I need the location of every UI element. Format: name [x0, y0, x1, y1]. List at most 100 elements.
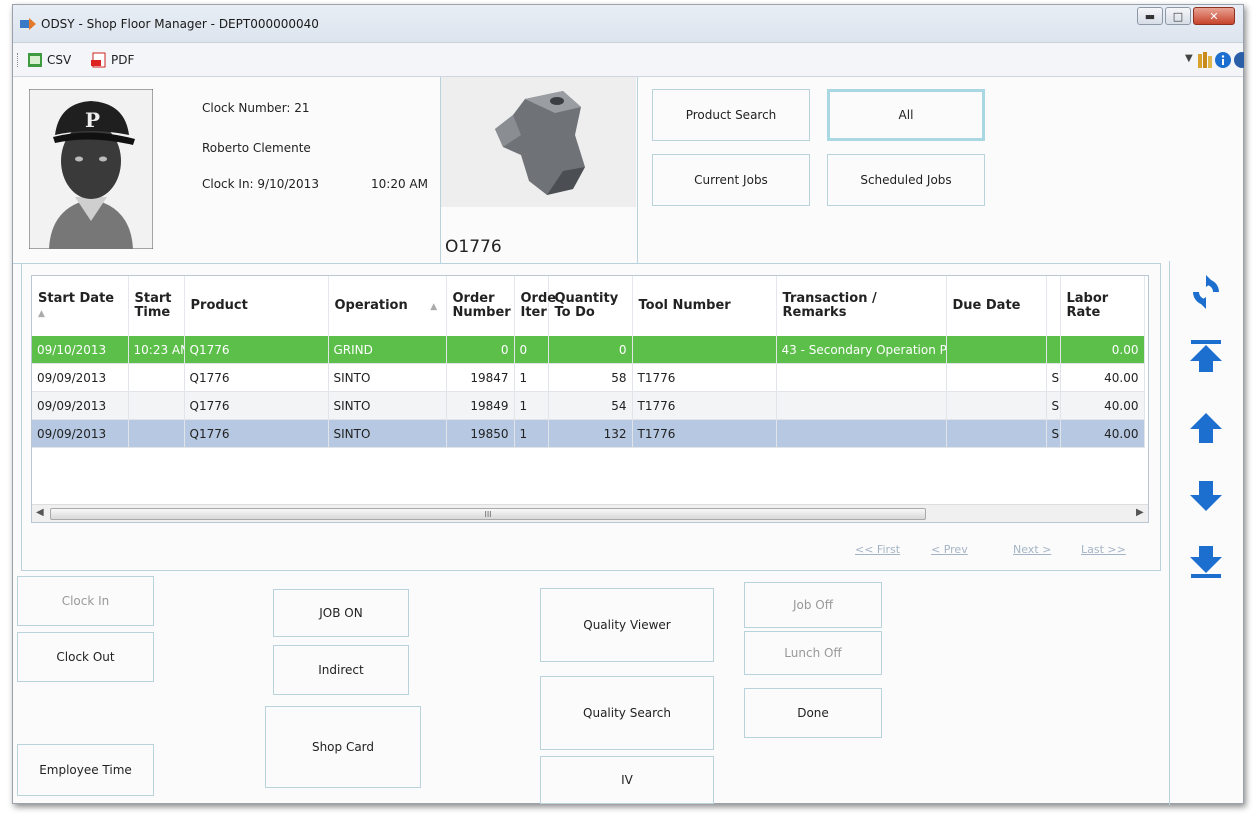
minimize-button[interactable]: ▬ [1137, 7, 1163, 25]
horizontal-scrollbar[interactable]: ◀ III ▶ [32, 504, 1148, 522]
scroll-thumb[interactable]: III [50, 508, 926, 520]
cell: 19847 [446, 363, 515, 392]
scheduled-jobs-button[interactable]: Scheduled Jobs [827, 154, 985, 206]
col-start-date[interactable]: Start Date ▲ [32, 276, 129, 336]
cell [776, 419, 947, 448]
scroll-left-icon[interactable]: ◀ [36, 507, 44, 518]
cell [946, 419, 1047, 448]
employee-panel: P Clock Number: 21 Roberto Clemente Cloc… [13, 77, 441, 264]
move-down-icon[interactable] [1189, 479, 1223, 513]
scroll-right-icon[interactable]: ▶ [1136, 507, 1144, 518]
clock-in-date: Clock In: 9/10/2013 [202, 177, 319, 191]
table-row[interactable]: 09/09/2013 Q1776 SINTO 19847 1 58 T1776 … [32, 363, 1145, 392]
current-jobs-button[interactable]: Current Jobs [652, 154, 810, 206]
job-on-button[interactable]: JOB ON [273, 589, 409, 637]
cell: 0 [548, 336, 633, 364]
sort-asc-icon: ▲ [430, 301, 438, 312]
indirect-button[interactable]: Indirect [273, 645, 409, 695]
toolbar-grip[interactable] [17, 53, 20, 67]
cell: 0 [446, 336, 515, 364]
title-bar: ODSY - Shop Floor Manager - DEPT00000004… [13, 5, 1243, 43]
refresh-icon[interactable] [1189, 275, 1223, 309]
cell: S [1046, 419, 1061, 448]
clock-in-button[interactable]: Clock In [17, 576, 154, 626]
table-row[interactable]: 09/09/2013 Q1776 SINTO 19849 1 54 T1776 … [32, 391, 1145, 420]
jobs-grid[interactable]: Start Date ▲ Start Time Product Operatio… [31, 275, 1149, 523]
product-panel: O1776 [441, 77, 638, 264]
job-off-button[interactable]: Job Off [744, 582, 882, 628]
move-up-icon[interactable] [1189, 411, 1223, 445]
pdf-label: PDF [111, 53, 135, 67]
move-top-icon[interactable] [1189, 339, 1223, 373]
col-tool-number[interactable]: Tool Number [632, 276, 777, 336]
maximize-button[interactable]: □ [1165, 7, 1191, 25]
col-labor-rate[interactable]: Labor Rate [1060, 276, 1145, 336]
col-quantity[interactable]: Quantity To Do [548, 276, 633, 336]
close-button[interactable]: ✕ [1193, 7, 1235, 25]
books-icon[interactable] [1198, 52, 1212, 68]
cell: 54 [548, 391, 633, 420]
quality-viewer-button[interactable]: Quality Viewer [540, 588, 714, 662]
cell: 09/09/2013 [32, 391, 129, 420]
product-search-button[interactable]: Product Search [652, 89, 810, 141]
col-transaction[interactable]: Transaction / Remarks [776, 276, 947, 336]
cell: SINTO [328, 363, 447, 392]
csv-icon [28, 53, 42, 67]
col-product[interactable]: Product [184, 276, 329, 336]
table-row[interactable]: 09/10/2013 10:23 AM Q1776 GRIND 0 0 0 43… [32, 336, 1145, 364]
toolbar-overflow-icon[interactable]: ▼ [1185, 53, 1193, 64]
cell: S [1046, 391, 1061, 420]
grid-header-row: Start Date ▲ Start Time Product Operatio… [32, 276, 1145, 336]
col-status[interactable] [1046, 276, 1061, 336]
done-button[interactable]: Done [744, 688, 882, 738]
cell [632, 336, 777, 364]
col-start-time[interactable]: Start Time [128, 276, 185, 336]
app-icon [20, 18, 36, 30]
cell: GRIND [328, 336, 447, 364]
col-due-date[interactable]: Due Date [946, 276, 1047, 336]
pager-first-link[interactable]: << First [855, 542, 900, 556]
help-icon[interactable] [1234, 52, 1244, 68]
cell: S [1046, 363, 1061, 392]
close-icon: ✕ [1209, 9, 1219, 23]
cell: 09/09/2013 [32, 363, 129, 392]
cell [946, 391, 1047, 420]
pager-last-link[interactable]: Last >> [1081, 542, 1126, 556]
cell: 1 [514, 363, 549, 392]
cell: SINTO [328, 419, 447, 448]
shop-card-button[interactable]: Shop Card [265, 706, 421, 788]
cell [776, 363, 947, 392]
product-image-area [441, 77, 636, 207]
cell: 132 [548, 419, 633, 448]
move-bottom-icon[interactable] [1189, 545, 1223, 579]
cell: 1 [514, 419, 549, 448]
cell [946, 363, 1047, 392]
pdf-button[interactable]: PDF [91, 52, 134, 68]
cell: SINTO [328, 391, 447, 420]
cell [128, 391, 185, 420]
col-order-number[interactable]: Order Number [446, 276, 515, 336]
cell: Q1776 [184, 419, 329, 448]
col-operation[interactable]: Operation ▲ [328, 276, 447, 336]
all-button[interactable]: All [827, 89, 985, 141]
clock-out-button[interactable]: Clock Out [17, 632, 154, 682]
pager-next-link[interactable]: Next > [1013, 542, 1051, 556]
employee-time-button[interactable]: Employee Time [17, 744, 154, 796]
minimize-icon: ▬ [1144, 9, 1156, 23]
col-order-item[interactable]: Orde Iter [514, 276, 556, 336]
employee-name: Roberto Clemente [202, 141, 311, 155]
lunch-off-button[interactable]: Lunch Off [744, 631, 882, 675]
cell: 10:23 AM [128, 336, 185, 364]
iv-button[interactable]: IV [540, 756, 714, 804]
cell: Q1776 [184, 336, 329, 364]
cell: 09/09/2013 [32, 419, 129, 448]
app-window: ODSY - Shop Floor Manager - DEPT00000004… [12, 4, 1244, 805]
csv-label: CSV [47, 53, 72, 67]
table-row[interactable]: 09/09/2013 Q1776 SINTO 19850 1 132 T1776… [32, 419, 1145, 448]
info-icon[interactable] [1215, 52, 1231, 68]
nav-divider [1169, 261, 1170, 805]
csv-button[interactable]: CSV [27, 52, 71, 68]
quality-search-button[interactable]: Quality Search [540, 676, 714, 750]
pager-prev-link[interactable]: < Prev [931, 542, 968, 556]
employee-photo: P [29, 89, 153, 249]
